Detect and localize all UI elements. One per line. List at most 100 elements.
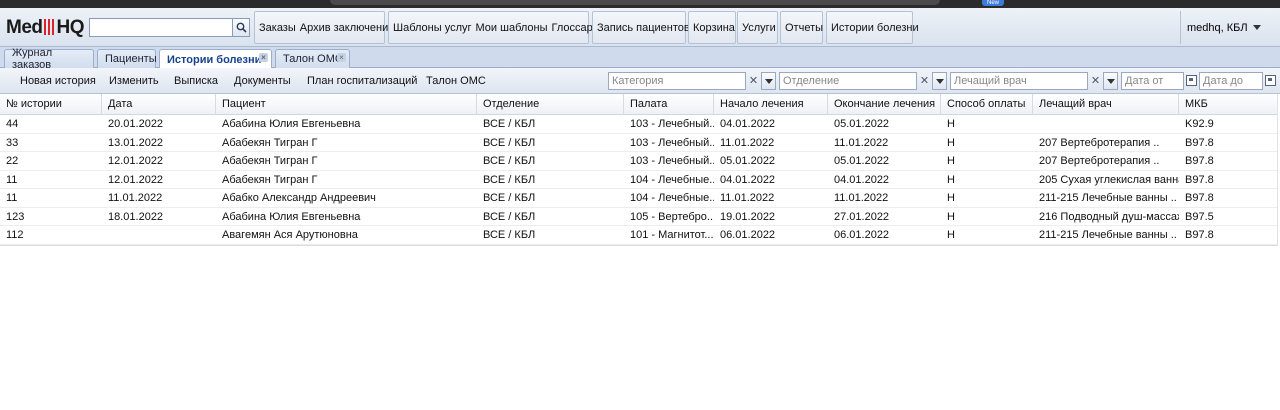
cell-history-number: 22 bbox=[6, 155, 19, 167]
cell-payment-method: Н bbox=[947, 192, 955, 204]
calendar-icon[interactable] bbox=[1184, 72, 1198, 90]
cell-icd-code: B97.5 bbox=[1185, 210, 1214, 223]
column-header-department[interactable]: Отделение bbox=[477, 94, 624, 115]
cell-department: ВСЕ / КБЛ bbox=[483, 210, 536, 223]
close-icon[interactable]: × bbox=[337, 53, 346, 62]
clear-icon[interactable]: ✕ bbox=[746, 72, 761, 90]
tab-order-journal[interactable]: Журнал заказов bbox=[4, 47, 94, 71]
cell-attending-doctor: 211-215 Лечебные ванны .. bbox=[1039, 229, 1177, 241]
table-row[interactable]: 33 13.01.2022 Абабекян Тигран Г ВСЕ / КБЛ 10… bbox=[0, 134, 1278, 152]
column-header-icd-code[interactable]: МКБ bbox=[1179, 94, 1278, 115]
cell-treatment-start: 05.01.2022 bbox=[720, 155, 776, 167]
chevron-down-icon[interactable] bbox=[932, 72, 947, 90]
cell-icd-code: B97.8 bbox=[1185, 192, 1214, 204]
cell-date bbox=[102, 226, 216, 244]
documents-button[interactable]: Документы bbox=[234, 75, 291, 87]
address-bar bbox=[330, 0, 940, 5]
nav-patient-appointments[interactable]: Запись пациентов bbox=[595, 22, 692, 34]
column-header-date[interactable]: Дата bbox=[102, 94, 216, 115]
column-header-treatment-start[interactable]: Начало лечения bbox=[714, 94, 828, 115]
cell-department: ВСЕ / КБЛ bbox=[483, 229, 536, 241]
nav-service-templates[interactable]: Шаблоны услуг bbox=[391, 22, 474, 34]
table-row[interactable]: 22 12.01.2022 Абабекян Тигран Г ВСЕ / КБЛ 10… bbox=[0, 152, 1278, 171]
calendar-icon[interactable] bbox=[1263, 72, 1277, 90]
cell-history-number: 11 bbox=[6, 192, 18, 204]
cell-payment-method: Н bbox=[947, 173, 955, 186]
cell-history-number: 112 bbox=[6, 229, 24, 241]
date-from-input[interactable]: Дата от bbox=[1121, 72, 1184, 90]
chevron-down-icon[interactable] bbox=[1103, 72, 1118, 90]
department-filter: Отделение ✕ bbox=[779, 72, 947, 90]
user-menu[interactable]: medhq, КБЛ bbox=[1180, 11, 1275, 44]
table-row[interactable]: 44 20.01.2022 Абабина Юлия Евгеньевна ВСЕ /… bbox=[0, 115, 1278, 134]
grid-bottom-border bbox=[0, 245, 1278, 246]
search-button[interactable] bbox=[233, 18, 250, 37]
cell-attending-doctor bbox=[1033, 115, 1179, 133]
cell-payment-method: Н bbox=[947, 155, 955, 167]
global-search bbox=[89, 18, 250, 37]
logo-text-med: Med bbox=[6, 17, 43, 38]
column-header-payment-method[interactable]: Способ оплаты bbox=[941, 94, 1033, 115]
department-input[interactable]: Отделение bbox=[779, 72, 917, 90]
logo-text-hq: HQ bbox=[56, 17, 85, 38]
browser-strip: New bbox=[0, 0, 1280, 8]
table-row[interactable]: 112 Авагемян Ася Арутюновна ВСЕ / КБЛ 101 -… bbox=[0, 226, 1278, 245]
nav-reports[interactable]: Отчеты bbox=[783, 22, 825, 34]
edit-button[interactable]: Изменить bbox=[109, 75, 159, 87]
tab-patients[interactable]: Пациенты bbox=[97, 49, 157, 68]
nav-group-cart: Корзина bbox=[688, 11, 736, 44]
date-from-filter: Дата от bbox=[1121, 72, 1198, 90]
cell-history-number: 44 bbox=[6, 118, 19, 130]
oms-coupon-button[interactable]: Талон ОМС bbox=[426, 75, 486, 87]
cell-history-number: 11 bbox=[6, 173, 18, 186]
cell-ward: 104 - Лечебные... bbox=[630, 192, 714, 204]
clear-icon[interactable]: ✕ bbox=[917, 72, 932, 90]
nav-orders[interactable]: Заказы bbox=[257, 22, 298, 34]
nav-group-services: Услуги bbox=[737, 11, 778, 44]
cell-treatment-end: 27.01.2022 bbox=[834, 210, 890, 223]
cell-department: ВСЕ / КБЛ bbox=[483, 118, 536, 130]
table-row[interactable]: 123 18.01.2022 Абабина Юлия Евгеньевна ВСЕ … bbox=[0, 208, 1278, 226]
nav-group-orders: Заказы Архив заключений bbox=[254, 11, 394, 44]
app-logo[interactable]: Med HQ bbox=[6, 17, 84, 39]
close-icon[interactable]: × bbox=[259, 53, 268, 62]
hospitalization-plan-button[interactable]: План госпитализаций bbox=[307, 75, 417, 87]
search-input[interactable] bbox=[89, 18, 233, 37]
doctor-input[interactable]: Лечащий врач bbox=[950, 72, 1088, 90]
tab-label: Пациенты bbox=[105, 53, 157, 65]
cell-date: 12.01.2022 bbox=[108, 173, 164, 186]
cell-payment-method: Н bbox=[947, 136, 955, 149]
clear-icon[interactable]: ✕ bbox=[1088, 72, 1103, 90]
nav-services[interactable]: Услуги bbox=[740, 22, 778, 34]
cell-attending-doctor: 205 Сухая углекислая ванна .. bbox=[1039, 173, 1179, 186]
tab-oms-coupon[interactable]: Талон ОМС × bbox=[275, 49, 350, 68]
top-navigation-bar: Med HQ Заказы Архив заключений Шаблоны ус… bbox=[0, 8, 1280, 47]
cell-treatment-end: 11.01.2022 bbox=[834, 192, 889, 204]
category-input[interactable]: Категория bbox=[608, 72, 746, 90]
date-to-filter: Дата до bbox=[1199, 72, 1278, 90]
table-row[interactable]: 11 12.01.2022 Абабекян Тигран Г ВСЕ / КБЛ 10… bbox=[0, 171, 1278, 189]
column-header-treatment-end[interactable]: Окончание лечения bbox=[828, 94, 941, 115]
nav-archive[interactable]: Архив заключений bbox=[298, 22, 397, 34]
column-header-patient[interactable]: Пациент bbox=[216, 94, 477, 115]
cell-ward: 103 - Лечебный... bbox=[630, 136, 714, 149]
column-header-history-number[interactable]: № истории bbox=[0, 94, 102, 115]
nav-my-templates[interactable]: Мои шаблоны bbox=[474, 22, 550, 34]
cell-icd-code: B97.8 bbox=[1185, 173, 1214, 186]
nav-cart[interactable]: Корзина bbox=[691, 22, 737, 34]
cell-ward: 103 - Лечебный... bbox=[630, 155, 714, 167]
cell-history-number: 123 bbox=[6, 210, 25, 223]
cell-department: ВСЕ / КБЛ bbox=[483, 192, 536, 204]
discharge-button[interactable]: Выписка bbox=[174, 75, 218, 87]
new-history-button[interactable]: Новая история bbox=[20, 75, 96, 87]
column-header-attending-doctor[interactable]: Лечащий врач bbox=[1033, 94, 1179, 115]
nav-medical-histories[interactable]: Истории болезни bbox=[829, 22, 921, 34]
date-to-input[interactable]: Дата до bbox=[1199, 72, 1263, 90]
grid-header: № истории Дата Пациент Отделение Палата Начал… bbox=[0, 94, 1278, 115]
column-header-ward[interactable]: Палата bbox=[624, 94, 714, 115]
tab-medical-histories[interactable]: Истории болезни × bbox=[159, 49, 272, 69]
table-row[interactable]: 11 11.01.2022 Абабко Александр Андреевич ВС… bbox=[0, 189, 1278, 208]
cell-attending-doctor: 207 Вертебротерапия .. bbox=[1039, 155, 1160, 167]
cell-attending-doctor: 216 Подводный душ-массаж .. bbox=[1039, 210, 1179, 223]
chevron-down-icon[interactable] bbox=[761, 72, 776, 90]
